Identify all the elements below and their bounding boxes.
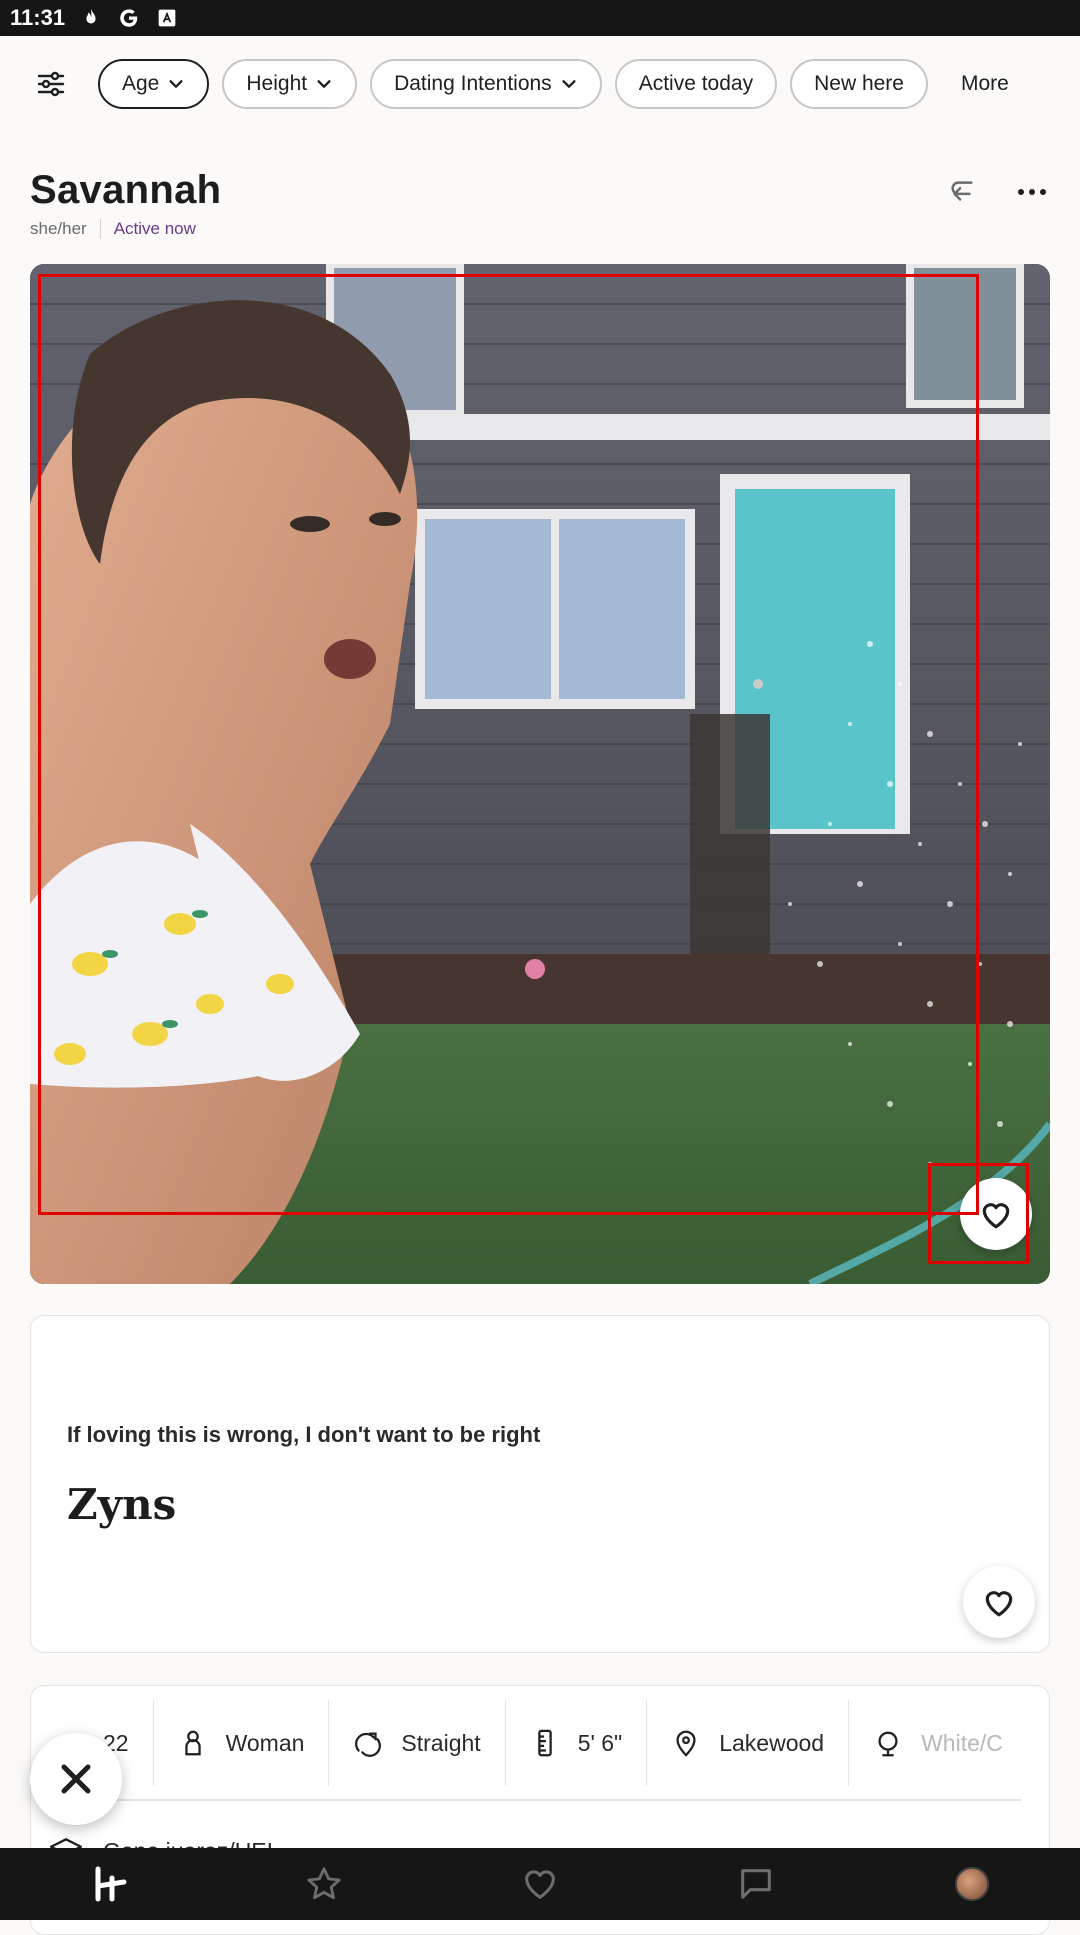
heart-icon	[985, 1591, 1013, 1617]
chip-label: Dating Intentions	[394, 72, 552, 95]
undo-icon[interactable]	[944, 174, 980, 210]
heart-icon	[982, 1203, 1010, 1229]
dismiss-button[interactable]	[30, 1733, 122, 1825]
chip-label: Height	[246, 72, 308, 95]
filter-bar: Age Height Dating Intentions Active toda…	[0, 36, 1080, 132]
meta-divider	[99, 219, 101, 239]
profile-avatar	[955, 1867, 989, 1901]
active-status: Active now	[113, 219, 196, 238]
more-filters-link[interactable]: More	[941, 72, 1029, 96]
location-pin-icon	[676, 1730, 696, 1757]
standouts-star-icon	[307, 1867, 341, 1900]
filter-chip-age[interactable]: Age	[98, 59, 210, 109]
profile-name: Savannah	[30, 168, 222, 212]
flame-icon	[79, 6, 103, 30]
bottom-nav	[0, 1848, 1080, 1920]
vital-gender: Woman	[152, 1700, 329, 1786]
header-actions	[944, 174, 1050, 210]
prompt-answer: Zyns	[67, 1480, 177, 1529]
prompt-like-button[interactable]	[963, 1566, 1035, 1638]
vital-ethnicity: White/C	[848, 1700, 1027, 1786]
vital-value: White/C	[921, 1729, 1003, 1756]
more-options-icon[interactable]	[1014, 174, 1050, 210]
prompt-question: If loving this is wrong, I don't want to…	[67, 1422, 541, 1447]
orientation-icon	[355, 1732, 382, 1757]
nav-profile[interactable]	[942, 1854, 1002, 1914]
globe-icon	[878, 1731, 898, 1757]
prompt-card[interactable]: If loving this is wrong, I don't want to…	[30, 1315, 1050, 1653]
chip-label: New here	[814, 72, 904, 95]
vital-value: Lakewood	[719, 1729, 825, 1756]
photo-like-button[interactable]	[960, 1178, 1032, 1250]
nav-standouts[interactable]	[294, 1854, 354, 1914]
vital-orientation: Straight	[328, 1700, 504, 1786]
likes-heart-icon	[525, 1870, 555, 1899]
chevron-down-icon	[562, 80, 576, 88]
vital-value: Woman	[225, 1729, 305, 1756]
chip-label: Age	[122, 72, 160, 95]
vitals-row[interactable]: 22 Woman Straight 5' 6" Lakewood White/C	[31, 1700, 1027, 1786]
vital-value: 5' 6"	[577, 1729, 623, 1756]
status-time: 11:31	[10, 5, 66, 30]
chip-label: Active today	[638, 72, 754, 95]
nav-messages[interactable]	[726, 1854, 786, 1914]
google-icon	[117, 6, 141, 30]
profile-meta: she/her Active now	[30, 219, 1050, 239]
messages-chat-icon	[741, 1869, 771, 1899]
pronouns: she/her	[30, 219, 87, 238]
vitals-divider	[49, 1799, 1021, 1801]
profile-header: Savannah she/her Active now	[30, 168, 1050, 248]
profile-photo[interactable]	[30, 264, 1050, 1284]
sliders-icon[interactable]	[34, 67, 68, 101]
home-logo-icon	[95, 1866, 127, 1902]
chevron-down-icon	[169, 80, 183, 88]
a-icon	[155, 6, 179, 30]
photo-image	[30, 264, 1050, 1284]
ruler-icon	[537, 1729, 552, 1757]
vital-value: Straight	[401, 1729, 481, 1756]
status-bar: 11:31	[0, 0, 1080, 36]
filter-chip-height[interactable]: Height	[222, 59, 358, 109]
chevron-down-icon	[317, 80, 331, 88]
close-icon	[61, 1764, 91, 1794]
nav-likes[interactable]	[510, 1854, 570, 1914]
vital-height: 5' 6"	[504, 1700, 647, 1786]
filter-chip-dating-intentions[interactable]: Dating Intentions	[370, 59, 602, 109]
filter-chip-new-here[interactable]: New here	[790, 59, 928, 109]
person-icon	[184, 1730, 201, 1756]
filter-chip-active-today[interactable]: Active today	[614, 59, 778, 109]
nav-home[interactable]	[78, 1854, 138, 1914]
vital-location: Lakewood	[646, 1700, 848, 1786]
